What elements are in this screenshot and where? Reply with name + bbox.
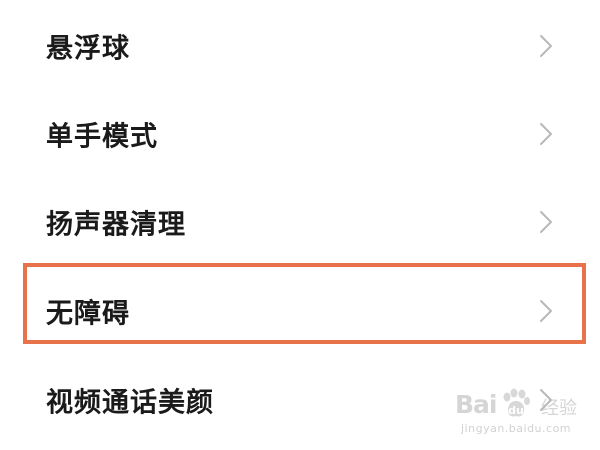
settings-list: 悬浮球 单手模式 扬声器清理 无障碍 视频通话美颜 bbox=[0, 0, 600, 450]
settings-item-label: 悬浮球 bbox=[46, 33, 130, 65]
settings-item-floating-ball[interactable]: 悬浮球 bbox=[0, 2, 600, 90]
chevron-right-icon bbox=[538, 209, 554, 235]
chevron-right-icon bbox=[538, 33, 554, 59]
chevron-right-icon bbox=[538, 387, 554, 413]
settings-item-speaker-cleaning[interactable]: 扬声器清理 bbox=[0, 178, 600, 266]
chevron-right-icon bbox=[538, 298, 554, 324]
settings-item-label: 视频通话美颜 bbox=[46, 387, 214, 419]
settings-item-label: 无障碍 bbox=[46, 298, 130, 330]
settings-item-label: 扬声器清理 bbox=[46, 209, 186, 241]
settings-item-accessibility[interactable]: 无障碍 bbox=[0, 267, 600, 355]
settings-item-video-call-beauty[interactable]: 视频通话美颜 bbox=[0, 356, 600, 444]
settings-item-one-handed-mode[interactable]: 单手模式 bbox=[0, 90, 600, 178]
settings-item-label: 单手模式 bbox=[46, 121, 158, 153]
chevron-right-icon bbox=[538, 121, 554, 147]
